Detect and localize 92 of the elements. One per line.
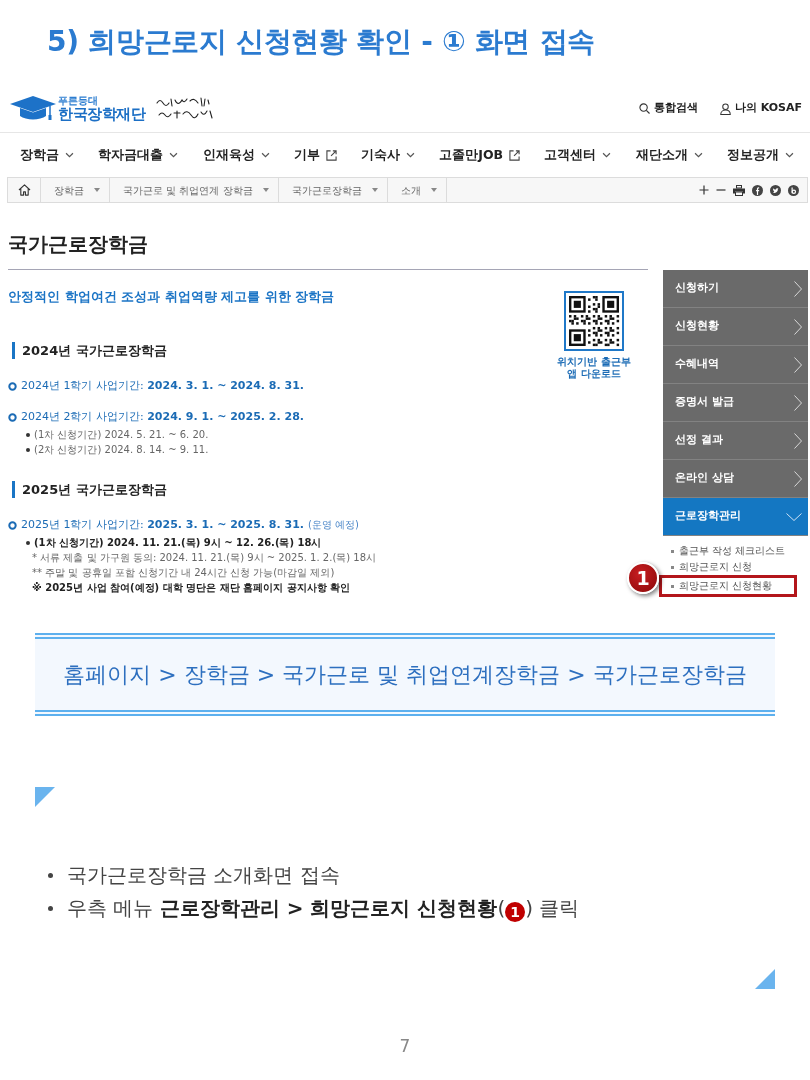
caret-down-icon — [262, 188, 269, 192]
period-text: 2024년 1학기 사업기간: 2024. 3. 1. ~ 2024. 8. 31. — [21, 379, 304, 393]
qr-caption: 앱 다운로드 — [567, 368, 621, 380]
main-menu-item[interactable]: 고졸만JOB — [439, 145, 521, 165]
my-page-link[interactable]: 나의 KOSAF — [719, 100, 802, 117]
submenu-link[interactable]: 출근부 작성 체크리스트 — [663, 543, 808, 559]
breadcrumb-item[interactable]: 국가근로 및 취업연계 장학금 — [110, 178, 279, 202]
period-text: 2024년 2학기 사업기간: 2024. 9. 1. ~ 2025. 2. 28. — [21, 410, 304, 424]
chevron-down-icon — [784, 152, 794, 158]
submenu-link[interactable]: 희망근로지 신청 — [663, 559, 808, 575]
side-menu-item[interactable]: 신청현황 — [663, 308, 808, 346]
square-bullet-icon — [671, 584, 674, 588]
corner-triangle-icon — [35, 787, 55, 807]
chevron-right-icon — [794, 470, 802, 487]
chevron-right-icon — [794, 318, 802, 335]
note-text: ** 주말 및 공휴일 포함 신청기간 내 24시간 신청 가능(마감일 제외) — [32, 566, 335, 580]
qr-code-icon — [564, 291, 624, 351]
printer-icon[interactable] — [733, 184, 745, 196]
page-number: 7 — [398, 1035, 412, 1058]
ring-bullet-icon — [8, 412, 17, 422]
external-link-icon — [509, 149, 521, 161]
chevron-down-icon — [406, 152, 416, 158]
home-icon[interactable] — [17, 184, 31, 196]
main-menu-item[interactable]: 정보공개 — [726, 145, 794, 165]
schedule-text: (2차 신청기간) 2024. 8. 14. ~ 9. 11. — [34, 443, 209, 457]
schedule-text: (1차 신청기간) 2024. 11. 21.(목) 9시 ~ 12. 26.(목) 18시 — [34, 536, 322, 550]
qr-caption: 위치기반 출근부 — [557, 356, 631, 368]
ring-bullet-icon — [8, 381, 17, 391]
section-heading: 2024년 국가근로장학금 — [12, 342, 552, 359]
intro-text: 안정적인 학업여건 조성과 취업역량 제고를 위한 장학금 — [8, 289, 336, 305]
dot-bullet-icon — [26, 432, 30, 437]
side-menu-item[interactable]: 선정 결과 — [663, 422, 808, 460]
chevron-right-icon — [794, 356, 802, 373]
search-icon — [638, 103, 650, 114]
chevron-down-icon — [169, 152, 179, 158]
instruction-text: 국가근로장학금 소개화면 접속 — [67, 862, 340, 889]
corner-triangle-icon — [755, 969, 775, 989]
caret-down-icon — [371, 188, 378, 192]
circle-b-icon[interactable] — [788, 184, 799, 196]
breadcrumb-item[interactable]: 장학금 — [41, 178, 110, 202]
chevron-down-icon — [693, 152, 703, 158]
section-heading: 2025년 국가근로장학금 — [12, 481, 552, 498]
schedule-text: (1차 신청기간) 2024. 5. 21. ~ 6. 20. — [34, 428, 209, 442]
callout-marker: 1 — [627, 562, 659, 594]
main-menu-item[interactable]: 재단소개 — [635, 145, 703, 165]
external-link-icon — [325, 149, 337, 161]
main-menu-item[interactable]: 기숙사 — [361, 145, 416, 165]
slide-title: 5) 희망근로지 신청현황 확인 - ① 화면 접속 — [47, 24, 597, 60]
chevron-right-icon — [794, 280, 802, 297]
main-menu-item[interactable]: 인재육성 — [202, 145, 270, 165]
chevron-down-icon — [786, 512, 802, 521]
search-link[interactable]: 통합검색 — [638, 100, 698, 117]
period-text: 2025년 1학기 사업기간: 2025. 3. 1. ~ 2025. 8. 31. — [21, 518, 304, 532]
logo-subtitle: 푸른등대 — [58, 94, 99, 106]
page-title: 국가근로장학금 — [8, 231, 149, 257]
circle-bird-icon[interactable] — [770, 184, 781, 196]
main-menu-item[interactable]: 고객센터 — [544, 145, 612, 165]
chevron-right-icon — [794, 394, 802, 411]
side-menu-item[interactable]: 온라인 상담 — [663, 460, 808, 498]
side-menu-item[interactable]: 신청하기 — [663, 270, 808, 308]
square-bullet-icon — [671, 565, 674, 569]
square-bullet-icon — [671, 549, 674, 553]
breadcrumb-item[interactable]: 국가근로장학금 — [278, 178, 388, 202]
dot-bullet-icon — [26, 447, 30, 452]
circle-f-icon[interactable] — [752, 184, 763, 196]
path-text: 홈페이지 > 장학금 > 국가근로 및 취업연계장학금 > 국가근로장학금 — [63, 661, 747, 689]
bullet-icon — [48, 906, 53, 911]
main-menu-item[interactable]: 장학금 — [20, 145, 74, 165]
bullet-icon — [48, 873, 53, 878]
caret-down-icon — [430, 188, 437, 192]
side-menu-item[interactable]: 근로장학관리 — [663, 498, 808, 536]
main-menu-item[interactable]: 학자금대출 — [98, 145, 179, 165]
user-icon — [719, 102, 731, 115]
side-menu-item[interactable]: 증명서 발급 — [663, 384, 808, 422]
chevron-right-icon — [794, 432, 802, 449]
submenu-link[interactable]: 희망근로지 신청현황 — [659, 575, 797, 597]
chevron-down-icon — [602, 152, 612, 158]
zoom-in-icon[interactable] — [699, 185, 709, 195]
caret-down-icon — [94, 188, 100, 192]
main-menu-item[interactable]: 기부 — [293, 145, 337, 165]
instruction-text: 우측 메뉴 근로장학관리 > 희망근로지 신청현황( 1 ) 클릭 — [67, 895, 580, 924]
dot-bullet-icon — [26, 540, 30, 545]
graduation-cap-icon — [10, 94, 56, 123]
chevron-down-icon — [65, 152, 74, 158]
note-text: ※ 2025년 사업 참여(예정) 대학 명단은 재단 홈페이지 공지사항 확인 — [32, 581, 351, 595]
status-note: (운영 예정) — [308, 518, 359, 532]
breadcrumb-item[interactable]: 소개 — [387, 178, 447, 202]
side-menu-item[interactable]: 수혜내역 — [663, 346, 808, 384]
logo-name: 한국장학재단 — [58, 105, 145, 123]
ring-bullet-icon — [8, 520, 17, 530]
note-text: * 서류 제출 및 가구원 동의: 2024. 11. 21.(목) 9시 ~ 2025. 1. 2.(목) 18시 — [32, 551, 377, 565]
chevron-down-icon — [260, 152, 270, 158]
